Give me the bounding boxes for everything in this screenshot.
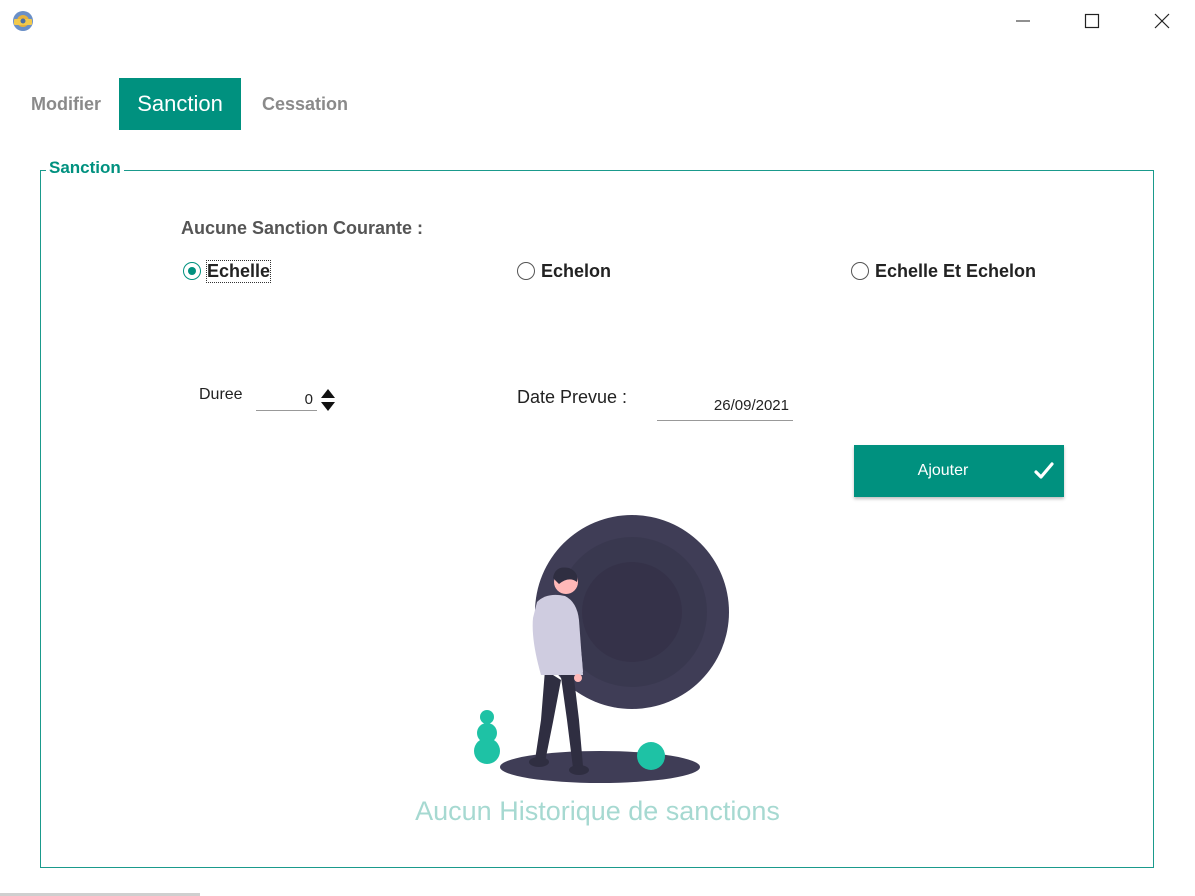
radio-echelon-label[interactable]: Echelon (541, 261, 611, 282)
radio-echelle-et-echelon[interactable]: Echelle Et Echelon (851, 259, 1036, 283)
tab-cessation-label: Cessation (261, 93, 349, 114)
duree-label: Duree (199, 386, 243, 403)
check-icon (1034, 462, 1054, 479)
tab-modifier-label: Modifier (31, 93, 101, 114)
maximize-button[interactable] (1069, 6, 1115, 36)
current-sanction-label: Aucune Sanction Courante : (181, 218, 424, 238)
minimize-button[interactable] (1000, 6, 1046, 36)
close-icon (1154, 13, 1170, 29)
date-prevue-input[interactable] (657, 391, 793, 421)
app-icon (13, 11, 33, 31)
tab-cessation[interactable]: Cessation (250, 78, 360, 130)
radio-echelon[interactable]: Echelon (517, 259, 611, 283)
duree-spinner-icon[interactable] (320, 388, 336, 412)
maximize-icon (1084, 13, 1100, 29)
tab-sanction[interactable]: Sanction (119, 78, 241, 130)
empty-history-text: Aucun Historique de sanctions (415, 796, 780, 826)
ajouter-button-label: Ajouter (917, 462, 969, 479)
minimize-icon (1016, 20, 1030, 22)
radio-echelle-indicator[interactable] (183, 262, 201, 280)
radio-echelon-indicator[interactable] (517, 262, 535, 280)
tab-modifier[interactable]: Modifier (20, 78, 112, 130)
tab-sanction-label: Sanction (137, 91, 223, 116)
radio-echelle-label[interactable]: Echelle (205, 259, 272, 283)
radio-echelle-et-echelon-indicator[interactable] (851, 262, 869, 280)
empty-illustration (474, 515, 729, 783)
duree-input[interactable] (256, 389, 317, 411)
radio-echelle-et-echelon-label[interactable]: Echelle Et Echelon (875, 261, 1036, 282)
groupbox-title: Sanction (46, 157, 124, 179)
app-window: Modifier Sanction Cessation Sanction Auc… (0, 0, 1195, 896)
ajouter-button[interactable]: Ajouter (854, 445, 1064, 497)
date-prevue-label: Date Prevue : (517, 387, 628, 407)
close-button[interactable] (1139, 6, 1185, 36)
radio-echelle[interactable]: Echelle (183, 259, 272, 283)
